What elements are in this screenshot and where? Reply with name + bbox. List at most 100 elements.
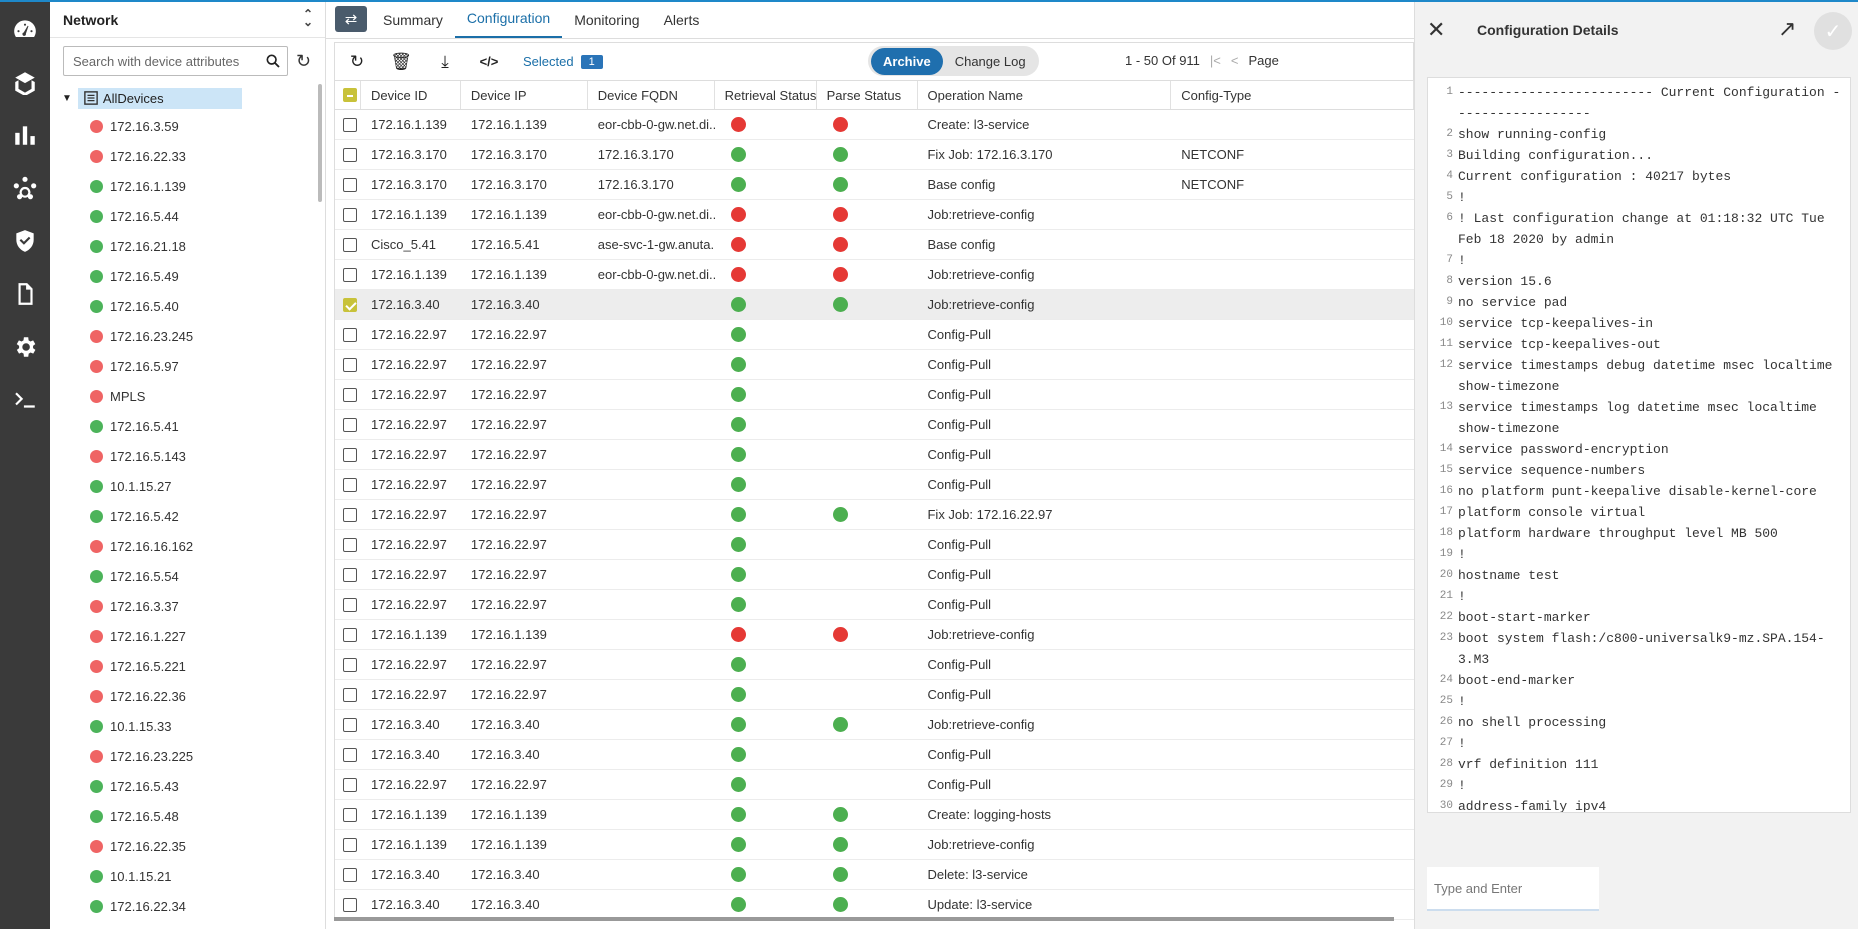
tree-device-item[interactable]: 10.1.15.21 [50,861,325,891]
change-log-button[interactable]: Change Log [943,48,1036,75]
table-row[interactable]: 172.16.1.139 172.16.1.139 eor-cbb-0-gw.net… [335,260,1414,290]
refresh-icon[interactable]: ↻ [335,52,379,72]
confirm-check-icon[interactable]: ✓ [1814,12,1852,50]
table-row[interactable]: 172.16.22.97 172.16.22.97 Config-Pull [335,470,1414,500]
tab-summary[interactable]: Summary [371,12,455,38]
select-all-checkbox[interactable] [343,88,357,102]
tree-scrollbar[interactable] [318,84,322,202]
col-parse-status[interactable]: Parse Status [817,81,918,109]
tree-device-item[interactable]: 10.1.15.27 [50,471,325,501]
table-row[interactable]: 172.16.3.40 172.16.3.40 Update: l3-service [335,890,1414,920]
row-checkbox[interactable] [343,447,357,462]
table-row[interactable]: 172.16.22.97 172.16.22.97 Config-Pull [335,380,1414,410]
row-checkbox[interactable] [343,567,357,582]
tree-device-item[interactable]: 172.16.22.36 [50,681,325,711]
tree-root-row[interactable]: ▼ AllDevices [50,86,325,110]
code-icon[interactable]: </> [467,54,511,69]
table-row[interactable]: 172.16.22.97 172.16.22.97 Config-Pull [335,410,1414,440]
tree-search-input[interactable] [73,53,265,69]
row-checkbox[interactable] [343,717,357,732]
tree-device-item[interactable]: 10.1.15.33 [50,711,325,741]
row-checkbox[interactable] [343,297,357,312]
col-device-fqdn[interactable]: Device FQDN [588,81,715,109]
tab-alerts[interactable]: Alerts [652,12,712,38]
row-checkbox[interactable] [343,357,357,372]
row-checkbox[interactable] [343,657,357,672]
rail-terminal[interactable] [0,373,50,426]
row-checkbox[interactable] [343,597,357,612]
download-icon[interactable]: ⤓ [423,52,467,72]
rail-compliance[interactable] [0,214,50,267]
row-checkbox[interactable] [343,327,357,342]
tree-device-item[interactable]: 172.16.5.44 [50,201,325,231]
table-row[interactable]: 172.16.3.170 172.16.3.170 172.16.3.170 Base… [335,170,1414,200]
rail-analytics[interactable] [0,108,50,161]
tree-device-item[interactable]: 172.16.16.162 [50,531,325,561]
delete-icon[interactable]: 🗑 [379,52,423,72]
table-row[interactable]: 172.16.3.40 172.16.3.40 Delete: l3-service [335,860,1414,890]
table-row[interactable]: 172.16.1.139 172.16.1.139 Create: logging-… [335,800,1414,830]
table-row[interactable]: 172.16.22.97 172.16.22.97 Config-Pull [335,440,1414,470]
expand-triangle-icon[interactable]: ▼ [62,93,72,104]
search-icon[interactable] [265,53,281,69]
table-row[interactable]: 172.16.1.139 172.16.1.139 eor-cbb-0-gw.net… [335,200,1414,230]
row-checkbox[interactable] [343,117,357,132]
table-row[interactable]: 172.16.22.97 172.16.22.97 Config-Pull [335,530,1414,560]
tree-device-item[interactable]: 172.16.5.143 [50,441,325,471]
table-row[interactable]: 172.16.22.97 172.16.22.97 Config-Pull [335,560,1414,590]
tree-device-item[interactable]: 172.16.5.42 [50,501,325,531]
tree-device-item[interactable]: 172.16.5.40 [50,291,325,321]
tab-monitoring[interactable]: Monitoring [562,12,651,38]
row-checkbox[interactable] [343,837,357,852]
tree-device-item[interactable]: 172.16.22.33 [50,141,325,171]
row-checkbox[interactable] [343,147,357,162]
row-checkbox[interactable] [343,477,357,492]
col-retrieval-status[interactable]: Retrieval Status [715,81,817,109]
tree-device-item[interactable]: 172.16.23.245 [50,321,325,351]
rail-documents[interactable] [0,267,50,320]
table-row[interactable]: Cisco_5.41 172.16.5.41 ase-svc-1-gw.anuta.… [335,230,1414,260]
table-row[interactable]: 172.16.22.97 172.16.22.97 Fix Job: 172.16.… [335,500,1414,530]
table-row[interactable]: 172.16.22.97 172.16.22.97 Config-Pull [335,770,1414,800]
tree-device-item[interactable]: 172.16.5.49 [50,261,325,291]
row-checkbox[interactable] [343,747,357,762]
table-row[interactable]: 172.16.22.97 172.16.22.97 Config-Pull [335,590,1414,620]
tree-root-node[interactable]: AllDevices [77,87,242,109]
tree-device-item[interactable]: MPLS [50,381,325,411]
tree-device-item[interactable]: 172.16.5.54 [50,561,325,591]
table-row[interactable]: 172.16.22.97 172.16.22.97 Config-Pull [335,350,1414,380]
row-checkbox[interactable] [343,537,357,552]
first-page-icon[interactable]: |< [1210,53,1221,68]
tree-device-item[interactable]: 172.16.5.43 [50,771,325,801]
row-checkbox[interactable] [343,177,357,192]
row-checkbox[interactable] [343,807,357,822]
col-device-ip[interactable]: Device IP [461,81,588,109]
tree-device-item[interactable]: 172.16.3.37 [50,591,325,621]
tree-device-item[interactable]: 172.16.5.97 [50,351,325,381]
tree-device-item[interactable]: 172.16.22.34 [50,891,325,921]
col-device-id[interactable]: Device ID [361,81,461,109]
table-row[interactable]: 172.16.3.40 172.16.3.40 Config-Pull [335,740,1414,770]
tree-device-item[interactable]: 172.16.21.18 [50,231,325,261]
row-checkbox[interactable] [343,627,357,642]
config-code-viewer[interactable]: 1 ------------------------- Current Confi… [1427,77,1851,813]
tree-device-item[interactable]: 172.16.22.35 [50,831,325,861]
row-checkbox[interactable] [343,777,357,792]
table-row[interactable]: 172.16.1.139 172.16.1.139 Job:retrieve-con… [335,830,1414,860]
close-icon[interactable]: ✕ [1427,17,1457,43]
row-checkbox[interactable] [343,387,357,402]
row-checkbox[interactable] [343,267,357,282]
swap-view-button[interactable]: ⇄ [335,6,367,32]
row-checkbox[interactable] [343,507,357,522]
table-row[interactable]: 172.16.3.170 172.16.3.170 172.16.3.170 Fix … [335,140,1414,170]
expand-icon[interactable]: ↗ [1778,16,1796,42]
collapse-toggle-icon[interactable]: ⌃ ⌄ [303,8,313,28]
prev-page-icon[interactable]: < [1231,53,1239,68]
col-operation-name[interactable]: Operation Name [918,81,1172,109]
rail-deploy[interactable] [0,55,50,108]
row-checkbox[interactable] [343,237,357,252]
type-and-enter-input[interactable] [1434,880,1594,896]
tree-device-item[interactable]: 172.16.1.139 [50,171,325,201]
tab-configuration[interactable]: Configuration [454,10,563,38]
table-row[interactable]: 172.16.22.97 172.16.22.97 Config-Pull [335,650,1414,680]
